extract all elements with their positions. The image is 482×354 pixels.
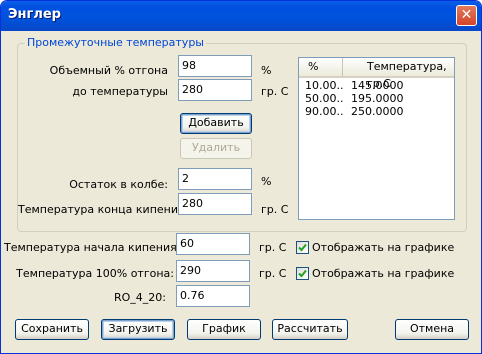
temperature-list[interactable]: % Температура, гр.С 10.00... 145.0000 50… (298, 57, 455, 220)
full-distill-input[interactable]: 290 (176, 260, 250, 282)
to-temperature-label: до температуры (72, 85, 168, 98)
title-bar[interactable]: Энглер ✕ (1, 1, 481, 31)
to-temperature-input[interactable]: 280 (178, 79, 252, 101)
calculate-button[interactable]: Рассчитать (272, 319, 348, 340)
residue-label: Остаток в колбе: (69, 178, 168, 191)
dialog-window: Энглер ✕ Промежуточные температуры Объем… (0, 0, 482, 354)
ro-input[interactable]: 0.76 (176, 285, 250, 307)
start-boil-label: Температура начала кипения: (4, 241, 181, 254)
list-header: % Температура, гр.С (299, 58, 454, 90)
start-boil-show-label[interactable]: Отображать на графике (312, 241, 454, 254)
group-legend: Промежуточные температуры (25, 36, 206, 49)
list-cell-temperature: 195.0000 (351, 92, 404, 105)
end-boil-label: Температура конца кипения: (18, 203, 189, 216)
full-distill-unit: гр. С (259, 267, 287, 280)
dialog-content: Промежуточные температуры Объемный % отг… (4, 31, 478, 349)
full-distill-show-label[interactable]: Отображать на графике (312, 267, 454, 280)
residue-unit: % (261, 175, 272, 188)
list-cell-temperature: 250.0000 (351, 105, 404, 118)
start-boil-unit: гр. С (259, 241, 287, 254)
load-button[interactable]: Загрузить (101, 319, 175, 340)
save-button[interactable]: Сохранить (15, 319, 89, 340)
close-icon: ✕ (460, 7, 473, 23)
list-cell-temperature: 145.0000 (351, 79, 404, 92)
list-item[interactable]: 50.00... 195.0000 (299, 92, 454, 105)
list-item[interactable]: 10.00... 145.0000 (299, 79, 454, 92)
start-boil-input[interactable]: 60 (176, 233, 250, 255)
list-cell-percent: 50.00... (305, 92, 343, 105)
column-header-percent[interactable]: % (299, 58, 343, 76)
checkmark-icon (298, 269, 307, 278)
volume-percent-input[interactable]: 98 (178, 55, 252, 77)
to-temperature-unit: гр. С (261, 85, 289, 98)
intermediate-temperatures-group: Промежуточные температуры Объемный % отг… (17, 36, 467, 232)
ro-label: RO_4_20: (113, 291, 166, 304)
window-title: Энглер (8, 7, 61, 22)
chart-button[interactable]: График (187, 319, 261, 340)
start-boil-show-checkbox[interactable] (296, 241, 309, 254)
end-boil-input[interactable]: 280 (178, 193, 252, 215)
checkmark-icon (298, 243, 307, 252)
close-button[interactable]: ✕ (456, 5, 477, 26)
delete-button[interactable]: Удалить (180, 138, 252, 159)
list-cell-percent: 10.00... (305, 79, 343, 92)
add-button[interactable]: Добавить (180, 113, 252, 134)
residue-input[interactable]: 2 (178, 168, 252, 190)
volume-percent-label: Объемный % отгона (49, 64, 168, 77)
list-cell-percent: 90.00... (305, 105, 343, 118)
full-distill-label: Температура 100% отгона: (16, 267, 174, 280)
volume-percent-unit: % (261, 64, 272, 77)
cancel-button[interactable]: Отмена (395, 319, 469, 340)
column-header-temperature[interactable]: Температура, гр.С (343, 58, 454, 90)
full-distill-show-checkbox[interactable] (296, 267, 309, 280)
list-item[interactable]: 90.00... 250.0000 (299, 105, 454, 118)
end-boil-unit: гр. С (261, 203, 289, 216)
